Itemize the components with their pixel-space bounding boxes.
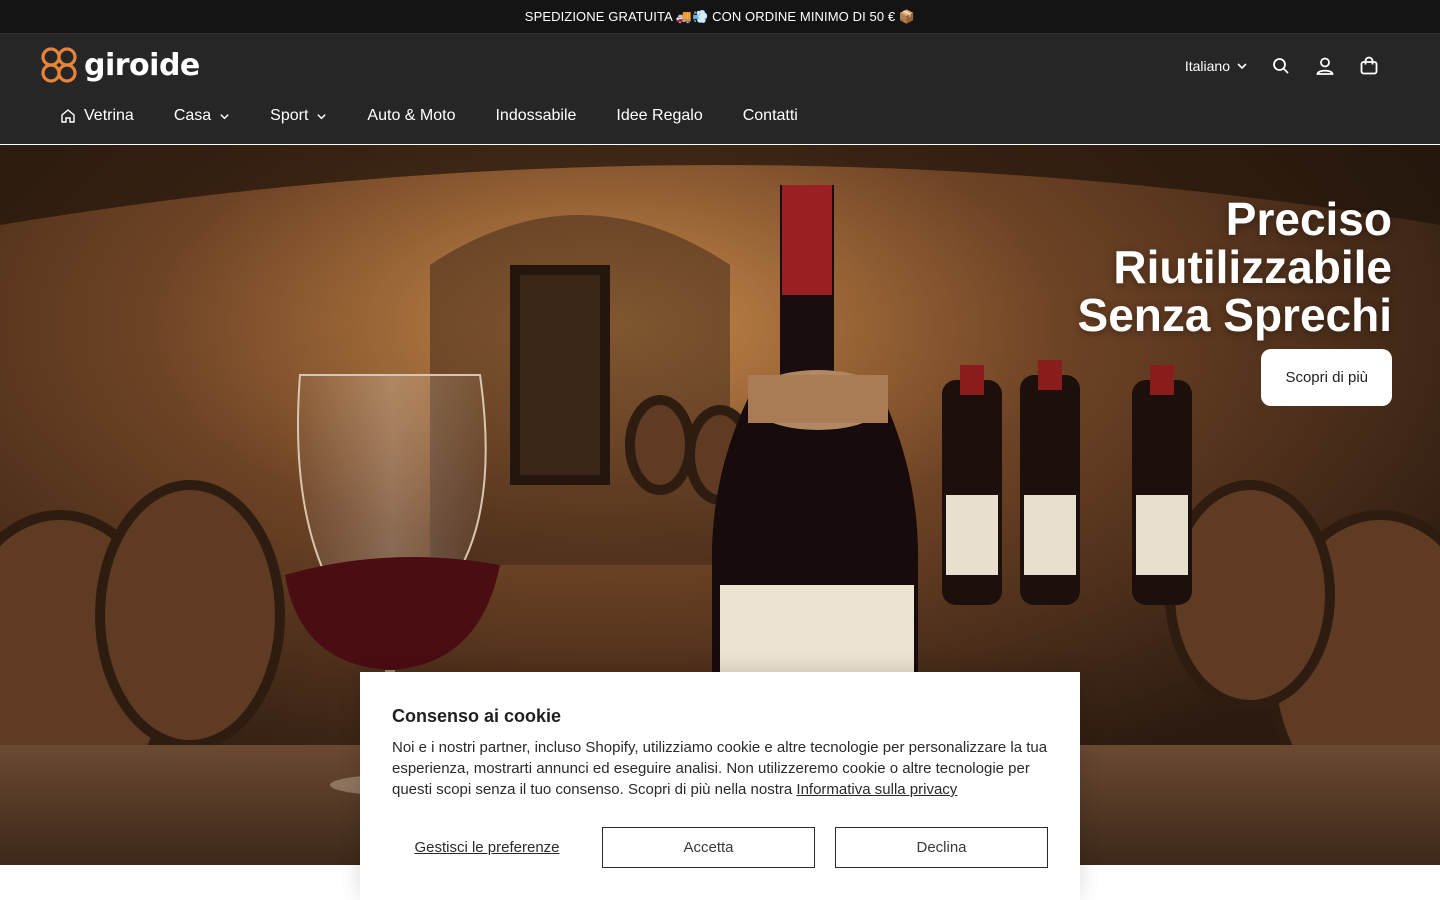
nav-label: Casa	[173, 107, 212, 124]
cookie-consent-banner: Consenso ai cookie Noi e i nostri partne…	[360, 672, 1080, 900]
announcement-bar: SPEDIZIONE GRATUITA 🚚💨 CON ORDINE MINIMO…	[0, 0, 1440, 34]
hero-content: Preciso Riutilizzabile Senza Sprechi Sco…	[1078, 195, 1392, 406]
nav-label: Contatti	[742, 107, 798, 124]
main-nav: Vetrina Casa Sport Auto & Moto Indossabi…	[60, 96, 798, 136]
nav-item-vetrina[interactable]: Vetrina	[60, 107, 134, 125]
hero-line-1: Preciso	[1225, 193, 1392, 245]
announcement-text: SPEDIZIONE GRATUITA 🚚💨 CON ORDINE MINIMO…	[524, 8, 916, 24]
logo-text: giroide	[84, 47, 200, 83]
chevron-down-icon	[1237, 63, 1247, 70]
language-label: Italiano	[1184, 58, 1230, 74]
logo[interactable]: giroide	[40, 46, 200, 84]
language-selector[interactable]: Italiano	[1185, 58, 1248, 74]
site-header: giroide Italiano Vetrina Casa Sport Auto…	[0, 34, 1440, 144]
cookie-actions: Gestisci le preferenze Accetta Declina	[392, 827, 1048, 868]
search-icon	[1273, 58, 1289, 74]
nav-item-idee-regalo[interactable]: Idee Regalo	[616, 107, 702, 125]
nav-item-sport[interactable]: Sport	[270, 107, 327, 125]
hero-line-3: Senza Sprechi	[1077, 289, 1392, 341]
nav-item-auto-moto[interactable]: Auto & Moto	[367, 107, 455, 125]
cookie-body: Noi e i nostri partner, incluso Shopify,…	[392, 737, 1048, 800]
nav-item-contatti[interactable]: Contatti	[743, 107, 798, 125]
account-icon	[1316, 57, 1334, 75]
cookie-title: Consenso ai cookie	[392, 706, 562, 726]
discover-more-button[interactable]: Scopri di più	[1261, 349, 1392, 406]
search-button[interactable]	[1270, 55, 1292, 77]
hero-line-2: Riutilizzabile	[1113, 241, 1392, 293]
privacy-policy-link[interactable]: Informativa sulla privacy	[796, 781, 957, 798]
manage-preferences-link[interactable]: Gestisci le preferenze	[392, 839, 582, 856]
nav-item-indossabile[interactable]: Indossabile	[495, 107, 576, 125]
nav-item-casa[interactable]: Casa	[174, 107, 230, 125]
nav-label: Sport	[270, 107, 309, 124]
nav-label: Idee Regalo	[616, 107, 703, 124]
nav-label: Auto & Moto	[367, 107, 456, 124]
chevron-down-icon	[220, 113, 229, 119]
logo-mark-icon	[41, 47, 77, 83]
header-utilities: Italiano	[1185, 46, 1380, 86]
cart-button[interactable]	[1358, 55, 1380, 77]
cart-icon	[1360, 56, 1378, 75]
chevron-down-icon	[317, 113, 327, 119]
account-button[interactable]	[1314, 55, 1336, 77]
home-icon	[61, 109, 75, 123]
decline-button[interactable]: Declina	[835, 827, 1048, 868]
accept-button[interactable]: Accetta	[602, 827, 815, 868]
nav-label: Indossabile	[495, 107, 577, 124]
nav-label: Vetrina	[84, 107, 134, 124]
